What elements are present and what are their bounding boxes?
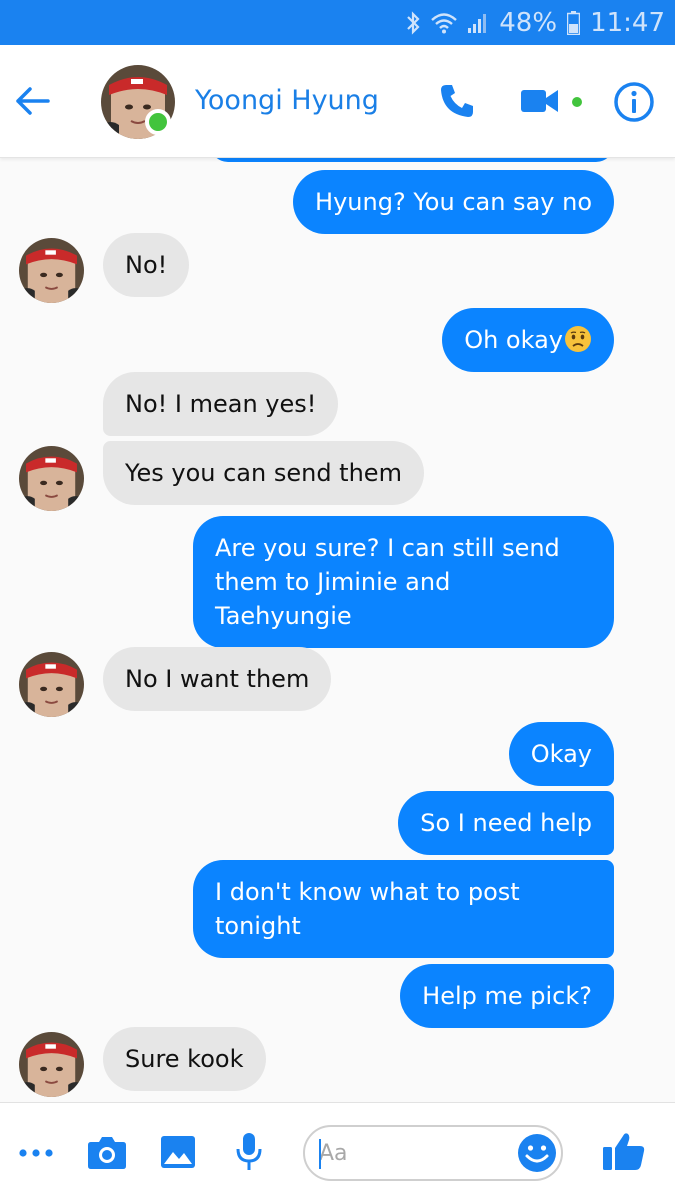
message-composer[interactable] <box>303 1125 563 1181</box>
microphone-icon[interactable] <box>234 1132 264 1172</box>
message-list[interactable]: Hyung? You can say no No! Oh okay No! I … <box>0 158 675 1102</box>
message-bubble-incoming[interactable]: No I want them <box>103 647 332 711</box>
message-bubble-outgoing[interactable]: Oh okay <box>442 308 614 372</box>
message-input[interactable] <box>319 1135 509 1171</box>
sender-avatar[interactable] <box>19 652 84 717</box>
message-bubble-outgoing[interactable]: I don't know what to post tonight <box>193 860 614 958</box>
emoji-icon[interactable] <box>517 1133 557 1173</box>
sender-avatar[interactable] <box>19 1032 84 1097</box>
status-bar: 48% 11:47 <box>0 0 675 45</box>
message-bubble-incoming[interactable]: Yes you can send them <box>103 441 424 505</box>
sender-avatar[interactable] <box>19 446 84 511</box>
message-bubble-incoming[interactable]: No! I mean yes! <box>103 372 339 436</box>
camera-icon[interactable] <box>87 1134 127 1170</box>
contact-name[interactable]: Yoongi Hyung <box>195 85 379 116</box>
battery-icon <box>567 11 581 35</box>
message-bubble-outgoing[interactable]: Okay <box>508 722 614 786</box>
more-options-icon[interactable] <box>18 1147 54 1159</box>
bluetooth-icon <box>407 11 420 35</box>
message-bubble-incoming[interactable]: Sure kook <box>103 1027 266 1091</box>
thumbs-up-icon[interactable] <box>602 1131 646 1171</box>
message-bubble-clipped <box>210 158 614 162</box>
worried-face-emoji-icon <box>565 326 591 352</box>
signal-icon <box>468 14 487 33</box>
conversation-header: Yoongi Hyung <box>0 45 675 158</box>
composer-toolbar <box>0 1102 675 1200</box>
message-text: Oh okay <box>464 326 563 354</box>
wifi-icon <box>431 13 458 34</box>
text-cursor <box>319 1139 321 1169</box>
video-call-icon[interactable] <box>520 83 560 119</box>
message-bubble-outgoing[interactable]: Are you sure? I can still send them to J… <box>193 516 614 648</box>
video-active-dot <box>572 97 582 107</box>
clock: 11:47 <box>590 8 665 38</box>
avatar-photo-icon <box>19 652 84 717</box>
message-bubble-outgoing[interactable]: Hyung? You can say no <box>293 170 614 234</box>
avatar-photo-icon <box>19 1032 84 1097</box>
online-status-indicator <box>145 109 171 135</box>
message-bubble-incoming[interactable]: No! <box>103 233 190 297</box>
status-icons: 48% 11:47 <box>405 6 665 40</box>
avatar-photo-icon <box>19 238 84 303</box>
sender-avatar[interactable] <box>19 238 84 303</box>
info-icon[interactable] <box>613 81 655 123</box>
message-bubble-outgoing[interactable]: Help me pick? <box>400 964 614 1028</box>
back-arrow-icon[interactable] <box>12 81 52 121</box>
message-bubble-outgoing[interactable]: So I need help <box>398 791 614 855</box>
gallery-icon[interactable] <box>160 1135 196 1169</box>
avatar-photo-icon <box>19 446 84 511</box>
phone-call-icon[interactable] <box>437 81 477 121</box>
battery-percent: 48% <box>499 8 558 38</box>
